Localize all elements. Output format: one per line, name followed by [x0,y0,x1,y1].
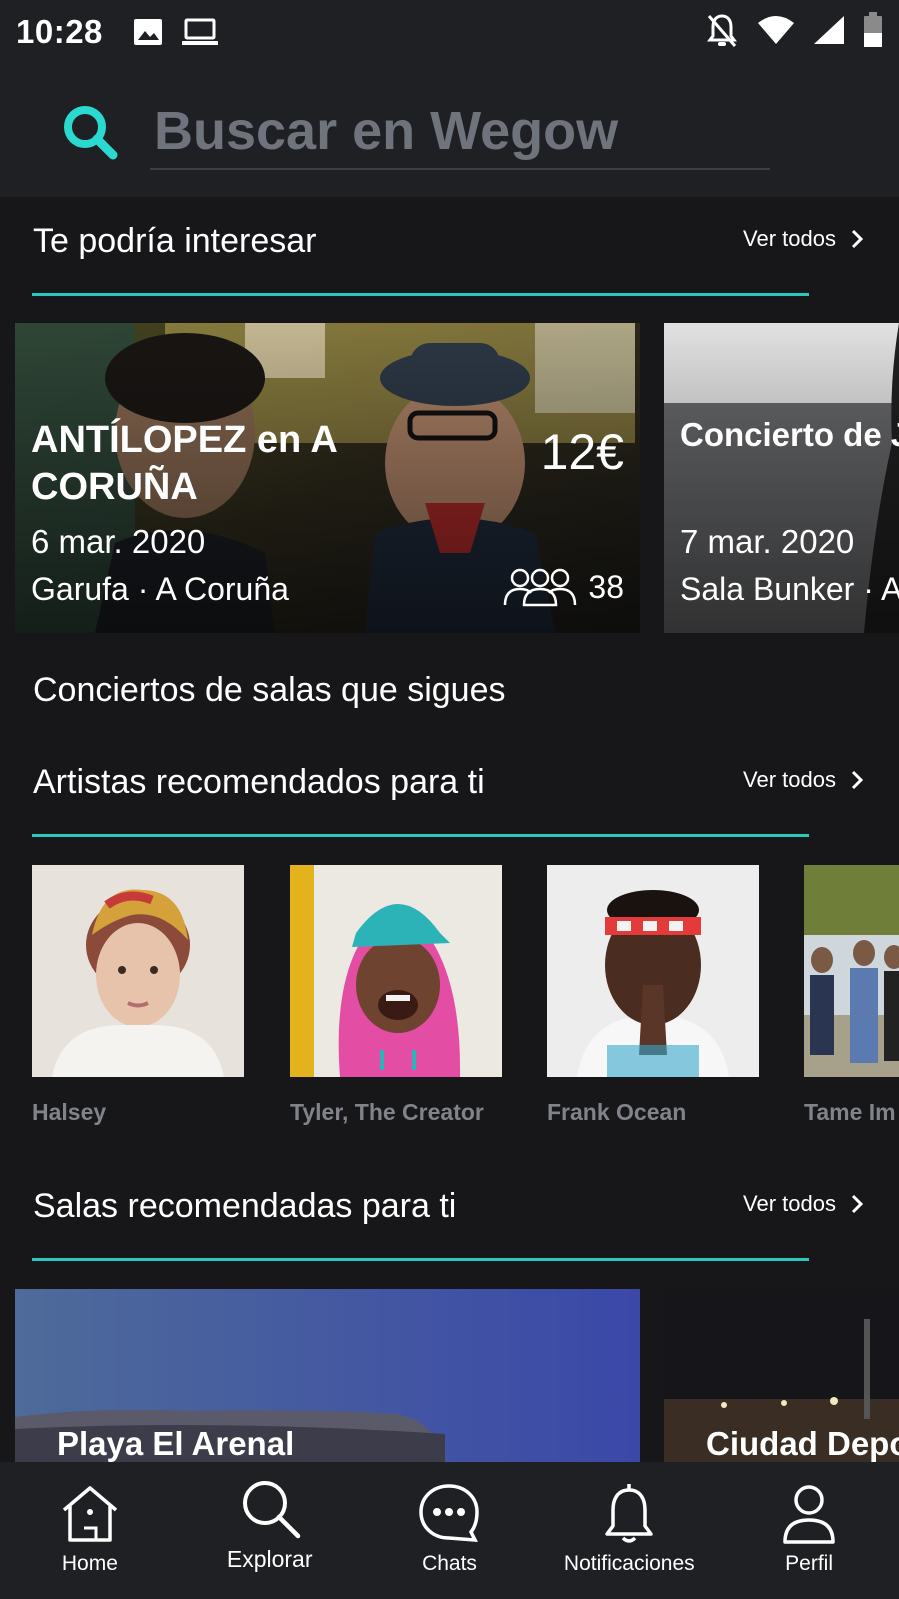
artist-tile[interactable]: Halsey [32,865,244,1126]
artist-tile[interactable]: Tyler, The Creator [290,865,502,1126]
artist-name: Tame Im [804,1099,896,1125]
group-icon [504,568,577,607]
status-time: 10:28 [16,13,103,50]
followed-venues-heading: Conciertos de salas que sigues [33,671,506,709]
see-all-link[interactable]: Ver todos [743,226,864,252]
artist-photo [547,865,759,1077]
nav-label: Notificaciones [563,1552,695,1575]
event-venue: Garufa · A Coruña [31,571,289,607]
nav-explore[interactable]: Explorar [180,1462,360,1599]
event-date: 7 mar. 2020 [680,523,855,560]
status-bar: 10:28 [0,0,899,64]
artist-photo [32,865,244,1077]
nav-label: Explorar [226,1546,313,1572]
venue-name: Playa El Arenal [57,1425,295,1462]
section-artists-header: Artistas recomendados para ti Ver todos [32,741,864,837]
section-venues-header: Salas recomendadas para ti Ver todos [32,1165,864,1261]
artist-name: Frank Ocean [547,1099,687,1125]
nav-label: Chats [422,1552,477,1575]
laptop-icon [181,18,218,45]
home-icon [62,1486,118,1542]
artist-photo [804,865,899,1077]
venue-card[interactable]: Ciudad Depo [664,1289,899,1464]
section-interest-header: Te podría interesar Ver todos [32,200,864,296]
chat-icon [419,1484,480,1542]
user-icon [783,1485,835,1544]
event-title-text: Concierto de J Crepúsculo en [680,416,899,453]
event-card[interactable]: ANTÍLOPEZ en A CORUÑA 12€ 6 mar. 2020 Ga… [15,323,640,633]
event-title: Concierto de J Crepúsculo en [680,415,899,455]
notifications-off-icon [707,14,737,47]
nav-chats[interactable]: Chats [360,1462,540,1599]
bottom-nav: Home Explorar Chats Notificaciones Perfi… [0,1462,899,1599]
wifi-icon [758,16,794,44]
section-title: Artistas recomendados para ti [33,763,485,801]
see-all-label: Ver todos [743,767,836,792]
nav-profile[interactable]: Perfil [719,1462,899,1599]
attendee-count: 38 [588,568,624,605]
chevron-right-icon [851,229,864,249]
see-all-link[interactable]: Ver todos [743,767,864,793]
search-header [0,64,899,197]
search-icon [242,1481,300,1539]
event-price: 12€ [540,424,624,480]
status-left-icons [133,18,219,46]
app-screen: 10:28 Te podría interesar Ver todos [0,0,899,1599]
event-venue: Sala Bunker · A [680,571,899,607]
artist-photo [290,865,502,1077]
artist-name: Halsey [32,1099,107,1125]
event-attendees: 38 [502,567,624,607]
artist-tile[interactable]: Tame Im [804,865,899,1126]
nav-label: Perfil [785,1552,834,1575]
battery-icon [864,12,882,47]
event-title: ANTÍLOPEZ en A CORUÑA [31,419,337,508]
see-all-link[interactable]: Ver todos [743,1191,864,1217]
nav-notifications[interactable]: Notificaciones [539,1462,719,1599]
chevron-right-icon [851,1194,864,1214]
search-input[interactable] [150,94,770,170]
event-date: 6 mar. 2020 [31,523,206,560]
status-right-icons [705,12,883,48]
section-title: Te podría interesar [33,222,317,260]
see-all-label: Ver todos [743,226,836,251]
nav-home[interactable]: Home [0,1462,180,1599]
see-all-label: Ver todos [743,1191,836,1216]
venue-name: Ciudad Depo [706,1425,899,1462]
bell-icon [605,1484,654,1543]
search-icon[interactable] [60,102,120,162]
artist-name: Tyler, The Creator [290,1099,484,1125]
chevron-right-icon [851,770,864,790]
nav-label: Home [61,1552,118,1575]
venue-card[interactable]: Playa El Arenal [15,1289,640,1464]
image-icon [133,19,162,45]
signal-icon [814,16,844,44]
artist-tile[interactable]: Frank Ocean [547,865,759,1126]
event-card[interactable]: Concierto de J Crepúsculo en 7 mar. 2020… [664,323,899,633]
section-title: Salas recomendadas para ti [33,1187,457,1225]
